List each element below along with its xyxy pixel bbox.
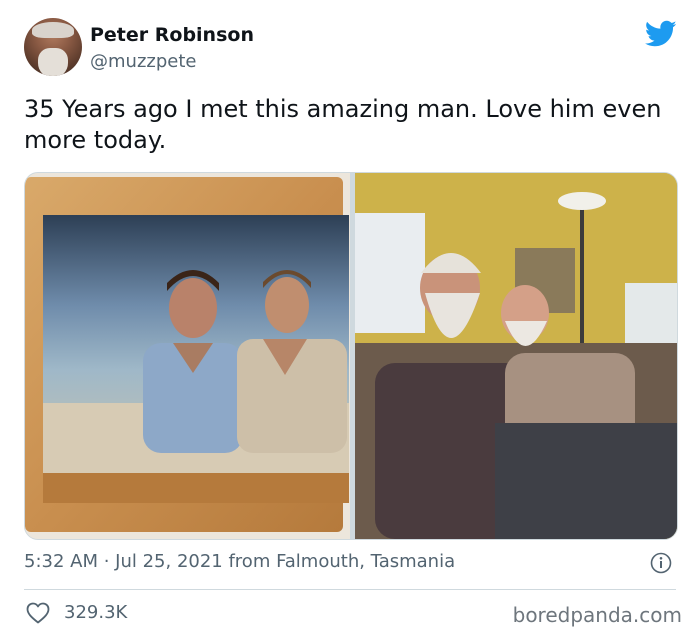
avatar[interactable] (24, 18, 82, 76)
photo-now[interactable] (355, 173, 677, 539)
tweet-text: 35 Years ago I met this amazing man. Lov… (24, 95, 662, 154)
display-name[interactable]: Peter Robinson (90, 24, 254, 46)
tweet-timestamp[interactable]: 5:32 AM · Jul 25, 2021 from Falmouth, Ta… (24, 551, 455, 572)
media-gallery[interactable] (24, 172, 678, 540)
divider (24, 589, 676, 590)
photo-then[interactable] (25, 173, 350, 539)
couch-photo-image (355, 173, 677, 539)
like-count[interactable]: 329.3K (64, 602, 127, 623)
framed-photo-image (25, 173, 350, 539)
info-icon[interactable] (650, 552, 672, 574)
twitter-bird-icon (645, 20, 677, 47)
user-handle[interactable]: @muzzpete (90, 51, 196, 72)
heart-icon[interactable] (26, 602, 50, 624)
watermark: boredpanda.com (512, 603, 682, 627)
avatar-beard (38, 48, 68, 76)
avatar-hair (32, 22, 74, 38)
